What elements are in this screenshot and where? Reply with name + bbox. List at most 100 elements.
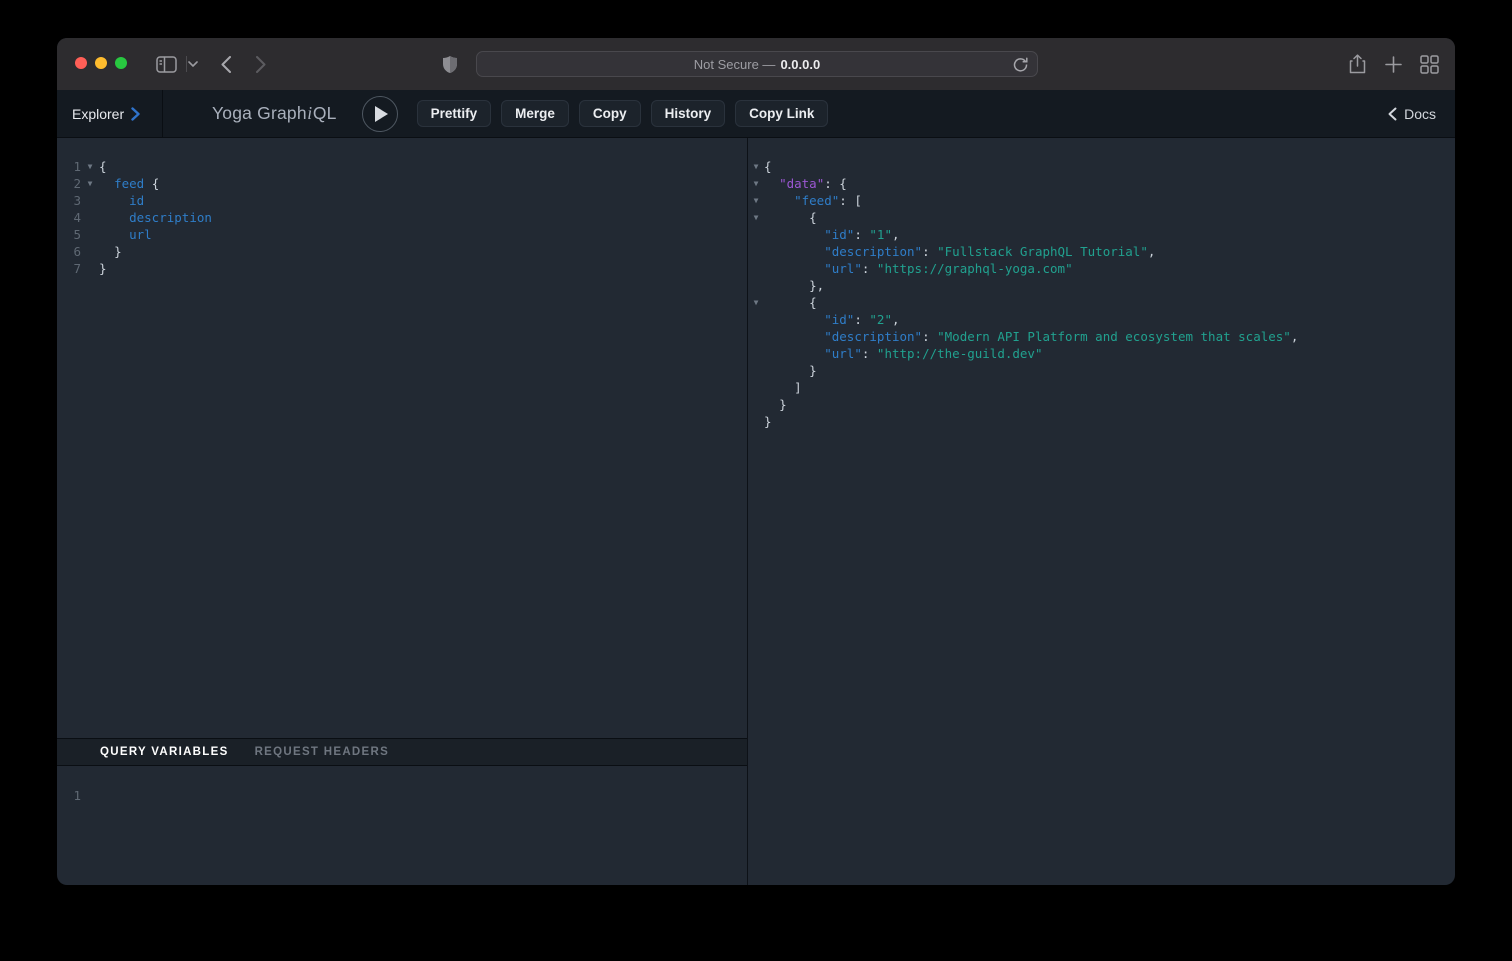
code-line: "description": "Modern API Platform and … <box>748 328 1455 345</box>
url-host: 0.0.0.0 <box>780 57 820 72</box>
fold-toggle-icon[interactable]: ▼ <box>81 158 99 175</box>
code-line: }, <box>748 277 1455 294</box>
fold-spacer <box>748 396 764 413</box>
code-line: ▼{ <box>748 158 1455 175</box>
workspace: 1▼{2▼ feed {3 id4 description5 url6 }7} … <box>57 138 1455 885</box>
fold-spacer <box>748 226 764 243</box>
code-text: "id": "1", <box>764 226 900 243</box>
address-bar[interactable]: Not Secure — 0.0.0.0 <box>476 51 1038 77</box>
security-label: Not Secure — <box>694 57 776 72</box>
sidebar-toggle-icon[interactable] <box>153 38 179 90</box>
explorer-label: Explorer <box>72 106 124 122</box>
line-number: 2 <box>57 175 81 192</box>
toolbar-button-copy-link[interactable]: Copy Link <box>735 100 828 127</box>
code-text: "feed": [ <box>764 192 862 209</box>
tab-overview-icon[interactable] <box>1417 38 1441 90</box>
toolbar-button-copy[interactable]: Copy <box>579 100 641 127</box>
code-text: { <box>764 209 817 226</box>
docs-label: Docs <box>1404 106 1436 122</box>
fold-spacer <box>748 328 764 345</box>
browser-titlebar: Not Secure — 0.0.0.0 <box>57 38 1455 90</box>
chevron-right-icon <box>131 107 140 121</box>
fold-spacer <box>748 260 764 277</box>
code-text: { <box>99 158 107 175</box>
code-line: } <box>748 413 1455 430</box>
fold-spacer <box>81 226 99 243</box>
fold-spacer <box>81 260 99 277</box>
line-number: 4 <box>57 209 81 226</box>
code-line: "url": "http://the-guild.dev" <box>748 345 1455 362</box>
toolbar-button-group: Prettify Merge Copy History Copy Link <box>417 100 829 127</box>
code-line: } <box>748 396 1455 413</box>
code-line: 5 url <box>57 226 747 243</box>
query-editor[interactable]: 1▼{2▼ feed {3 id4 description5 url6 }7} <box>57 138 747 738</box>
code-text: url <box>99 226 152 243</box>
fold-toggle-icon[interactable]: ▼ <box>748 192 764 209</box>
fold-spacer <box>748 243 764 260</box>
code-line: ▼ { <box>748 209 1455 226</box>
back-button-icon[interactable] <box>215 38 237 90</box>
code-line: 1 <box>57 787 747 804</box>
fold-spacer <box>748 362 764 379</box>
browser-window: Not Secure — 0.0.0.0 <box>57 38 1455 885</box>
code-text: { <box>764 294 817 311</box>
code-line: 1▼{ <box>57 158 747 175</box>
code-line: ] <box>748 379 1455 396</box>
fold-spacer <box>748 413 764 430</box>
code-text: } <box>99 260 107 277</box>
line-number: 5 <box>57 226 81 243</box>
chevron-left-icon <box>1388 107 1397 121</box>
forward-button-icon[interactable] <box>250 38 272 90</box>
window-controls <box>75 57 127 69</box>
play-icon <box>375 106 388 122</box>
toolbar-button-merge[interactable]: Merge <box>501 100 569 127</box>
fold-spacer <box>748 277 764 294</box>
fold-toggle-icon[interactable]: ▼ <box>81 175 99 192</box>
fold-spacer <box>81 787 99 804</box>
code-line: "description": "Fullstack GraphQL Tutori… <box>748 243 1455 260</box>
fold-toggle-icon[interactable]: ▼ <box>748 294 764 311</box>
zoom-window-button[interactable] <box>115 57 127 69</box>
fold-spacer <box>81 192 99 209</box>
graphiql-toolbar: Explorer Yoga GraphiQL Prettify Merge Copy… <box>57 90 1455 138</box>
close-window-button[interactable] <box>75 57 87 69</box>
code-text: "url": "http://the-guild.dev" <box>764 345 1043 362</box>
docs-button[interactable]: Docs <box>1388 106 1436 122</box>
fold-spacer <box>81 243 99 260</box>
code-line: 4 description <box>57 209 747 226</box>
code-line: "id": "1", <box>748 226 1455 243</box>
tab-query-variables[interactable]: QUERY VARIABLES <box>100 746 229 758</box>
fold-toggle-icon[interactable]: ▼ <box>748 209 764 226</box>
fold-toggle-icon[interactable]: ▼ <box>748 158 764 175</box>
fold-toggle-icon[interactable]: ▼ <box>748 175 764 192</box>
code-text: }, <box>764 277 824 294</box>
fold-spacer <box>748 311 764 328</box>
fold-spacer <box>748 345 764 362</box>
line-number: 1 <box>57 158 81 175</box>
reload-icon[interactable] <box>1012 56 1029 76</box>
toolbar-button-prettify[interactable]: Prettify <box>417 100 492 127</box>
new-tab-icon[interactable] <box>1381 38 1405 90</box>
execute-query-button[interactable] <box>362 96 398 132</box>
explorer-toggle[interactable]: Explorer <box>57 90 163 137</box>
toolbar-button-history[interactable]: History <box>651 100 726 127</box>
code-text: } <box>99 243 122 260</box>
code-text: description <box>99 209 212 226</box>
code-line: ▼ "data": { <box>748 175 1455 192</box>
result-viewer[interactable]: ▼{▼ "data": {▼ "feed": [▼ { "id": "1", "… <box>748 138 1455 885</box>
app-logo: Yoga GraphiQL <box>212 103 337 124</box>
code-line: ▼ "feed": [ <box>748 192 1455 209</box>
minimize-window-button[interactable] <box>95 57 107 69</box>
code-text: } <box>764 362 817 379</box>
code-text: "description": "Modern API Platform and … <box>764 328 1298 345</box>
code-text: "data": { <box>764 175 847 192</box>
privacy-shield-icon[interactable] <box>440 38 460 90</box>
code-text: feed { <box>99 175 159 192</box>
code-line: 6 } <box>57 243 747 260</box>
variables-tab-bar: QUERY VARIABLES REQUEST HEADERS <box>57 738 747 766</box>
fold-spacer <box>81 209 99 226</box>
sidebar-chevron-down-icon[interactable] <box>182 38 204 90</box>
variables-editor[interactable]: 1 <box>57 766 747 885</box>
share-icon[interactable] <box>1345 38 1369 90</box>
tab-request-headers[interactable]: REQUEST HEADERS <box>255 746 390 758</box>
